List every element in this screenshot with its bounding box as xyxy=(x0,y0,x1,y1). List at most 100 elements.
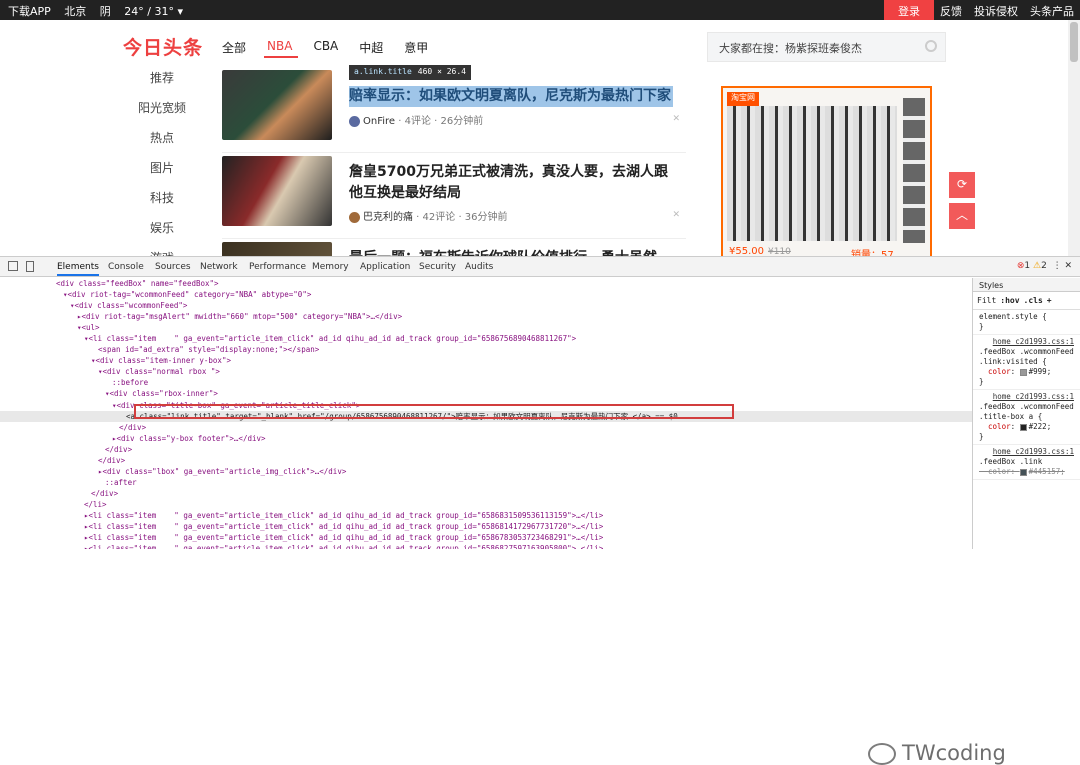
tab-cba[interactable]: CBA xyxy=(313,39,338,56)
refresh-button[interactable]: ⟳ xyxy=(949,172,975,198)
tab-security[interactable]: Security xyxy=(419,262,456,272)
warning-icon[interactable]: ⚠ xyxy=(1033,261,1041,271)
feedback-link[interactable]: 反馈 xyxy=(934,0,968,20)
dom-node-line[interactable]: ▾<div class="normal rbox "> xyxy=(0,366,972,377)
ad-thumbnail-strip[interactable] xyxy=(903,98,925,243)
css-value[interactable]: #222; xyxy=(1029,422,1052,431)
dom-node-line[interactable]: </div> xyxy=(0,488,972,499)
tab-memory[interactable]: Memory xyxy=(312,262,349,272)
feed-source[interactable]: OnFire xyxy=(363,116,395,127)
sidebar-item-entertainment[interactable]: 娱乐 xyxy=(124,220,200,250)
dom-node-line[interactable]: ▸<li class="item " ga_event="article_ite… xyxy=(0,532,972,543)
sidebar-item-recommend[interactable]: 推荐 xyxy=(124,70,200,100)
feed-item[interactable]: 最后一题：福布斯告诉你球队价值排行，勇士虽然 xyxy=(222,242,686,256)
hov-toggle[interactable]: :hov xyxy=(1000,296,1019,305)
tab-csl[interactable]: 中超 xyxy=(359,39,383,56)
tab-serie-a[interactable]: 意甲 xyxy=(404,39,428,56)
dom-node-line[interactable]: ▾<div class="rbox-inner"> xyxy=(0,388,972,399)
css-property[interactable]: color xyxy=(988,422,1011,431)
rule-source-link[interactable]: home_c2d1993.css:1 xyxy=(979,337,1074,347)
more-options-icon[interactable]: ⋮ xyxy=(1050,261,1065,271)
report-link[interactable]: 投诉侵权 xyxy=(968,0,1024,20)
feed-title[interactable]: 詹皇5700万兄弟正式被清洗，真没人要，去湖人跟他互换是最好结局 xyxy=(349,162,679,204)
site-logo[interactable]: 今日头条 xyxy=(123,33,203,60)
color-swatch[interactable] xyxy=(1019,468,1027,476)
sidebar-item-images[interactable]: 图片 xyxy=(124,160,200,190)
dom-node-line[interactable]: ▸<li class="item " ga_event="article_ite… xyxy=(0,510,972,521)
dom-node-line[interactable]: ::after xyxy=(0,477,972,488)
css-property[interactable]: color xyxy=(988,467,1011,476)
tab-elements[interactable]: Elements xyxy=(57,262,99,276)
dom-node-line[interactable]: ▸<li class="item " ga_event="article_ite… xyxy=(0,521,972,532)
feed-thumbnail[interactable] xyxy=(222,156,332,226)
color-swatch[interactable] xyxy=(1019,423,1027,431)
scrollbar-thumb[interactable] xyxy=(1070,22,1078,62)
divider xyxy=(222,152,686,153)
dom-node-line[interactable]: ▸<li class="item " ga_event="article_ite… xyxy=(0,543,972,549)
feed-source[interactable]: 巴克利的痛 xyxy=(363,212,413,223)
ad-product-image[interactable] xyxy=(727,106,897,241)
search-input[interactable]: 大家都在搜：杨紫探班秦俊杰 xyxy=(707,32,946,62)
products-link[interactable]: 头条产品 xyxy=(1024,0,1080,20)
login-button[interactable]: 登录 xyxy=(884,0,934,20)
dom-node-line[interactable]: </div> xyxy=(0,444,972,455)
search-icon[interactable] xyxy=(925,40,937,52)
weather-label: 阴 xyxy=(99,5,111,18)
page-scrollbar[interactable] xyxy=(1068,20,1080,256)
dom-node-line[interactable]: ▾<li class="item " ga_event="article_ite… xyxy=(0,333,972,344)
filter-input[interactable]: Filt xyxy=(977,296,996,305)
feed-item[interactable]: 詹皇5700万兄弟正式被清洗，真没人要，去湖人跟他互换是最好结局 巴克利的痛 ·… xyxy=(222,156,686,231)
sidebar-item-tech[interactable]: 科技 xyxy=(124,190,200,220)
dom-node-line[interactable]: ▸<div riot-tag="msgAlert" mwidth="660" m… xyxy=(0,311,972,322)
error-count[interactable]: 1 xyxy=(1024,261,1030,271)
tab-network[interactable]: Network xyxy=(200,262,238,272)
warning-count[interactable]: 2 xyxy=(1041,261,1047,271)
device-toolbar-icon[interactable] xyxy=(26,261,34,272)
tab-all[interactable]: 全部 xyxy=(222,39,246,56)
dom-node-line[interactable]: ▸<div class="lbox" ga_event="article_img… xyxy=(0,466,972,477)
dom-node-line[interactable]: ▸<div class="y-box footer">…</div> xyxy=(0,433,972,444)
feed-title[interactable]: 最后一题：福布斯告诉你球队价值排行，勇士虽然 xyxy=(349,248,679,256)
dom-node-line[interactable]: </li> xyxy=(0,499,972,510)
add-rule-icon[interactable]: + xyxy=(1047,296,1052,305)
taobao-ad[interactable]: 淘宝网 ¥55.00 ¥110 销量：57 xyxy=(721,86,932,256)
dom-node-line[interactable]: <span id="ad_extra" style="display:none;… xyxy=(0,344,972,355)
close-devtools-icon[interactable]: ✕ xyxy=(1064,261,1072,271)
styles-tab[interactable]: Styles xyxy=(973,278,1080,292)
sidebar-item-hot[interactable]: 热点 xyxy=(124,130,200,160)
tab-sources[interactable]: Sources xyxy=(155,262,191,272)
download-app-link[interactable]: 下载APP xyxy=(8,5,51,18)
dom-node-line[interactable]: ▾<div class="wcommonFeed"> xyxy=(0,300,972,311)
css-value[interactable]: #445157; xyxy=(1029,467,1065,476)
dom-node-line[interactable]: ::before xyxy=(0,377,972,388)
dom-node-line[interactable]: </div> xyxy=(0,422,972,433)
css-value[interactable]: #999; xyxy=(1029,367,1052,376)
dom-node-line[interactable]: </div> xyxy=(0,455,972,466)
dom-node-line[interactable]: ▾<div riot-tag="wcommonFeed" category="N… xyxy=(0,289,972,300)
back-to-top-button[interactable]: ︿ xyxy=(949,203,975,229)
dom-node-line[interactable]: ▾<ul> xyxy=(0,322,972,333)
city-label[interactable]: 北京 xyxy=(64,5,86,18)
inspect-element-icon[interactable] xyxy=(8,261,18,271)
temperature-label[interactable]: 24° / 31° ▾ xyxy=(124,5,183,18)
css-property[interactable]: color xyxy=(988,367,1011,376)
tab-performance[interactable]: Performance xyxy=(249,262,306,272)
feed-item[interactable]: 赔率显示：如果欧文明夏离队，尼克斯为最热门下家 OnFire · 4评论 · 2… xyxy=(222,70,686,145)
tab-nba[interactable]: NBA xyxy=(267,39,292,56)
dom-node-line[interactable]: <div class="feedBox" name="feedBox"> xyxy=(0,278,972,289)
color-swatch[interactable] xyxy=(1019,368,1027,376)
dislike-close-icon[interactable]: ✕ xyxy=(672,210,680,220)
tab-audits[interactable]: Audits xyxy=(465,262,493,272)
feed-title[interactable]: 赔率显示：如果欧文明夏离队，尼克斯为最热门下家 xyxy=(349,86,673,107)
rule-source-link[interactable]: home_c2d1993.css:1 xyxy=(979,447,1074,457)
tab-application[interactable]: Application xyxy=(360,262,410,272)
feed-thumbnail[interactable] xyxy=(222,70,332,140)
rule-source-link[interactable]: home_c2d1993.css:1 xyxy=(979,392,1074,402)
dislike-close-icon[interactable]: ✕ xyxy=(672,114,680,124)
styles-filter[interactable]: Filt :hov .cls + xyxy=(973,292,1080,310)
cls-toggle[interactable]: .cls xyxy=(1024,296,1043,305)
dom-node-line[interactable]: ▾<div class="item-inner y-box"> xyxy=(0,355,972,366)
tab-console[interactable]: Console xyxy=(108,262,144,272)
sidebar-item-video[interactable]: 阳光宽频 xyxy=(124,100,200,130)
feed-thumbnail[interactable] xyxy=(222,242,332,256)
